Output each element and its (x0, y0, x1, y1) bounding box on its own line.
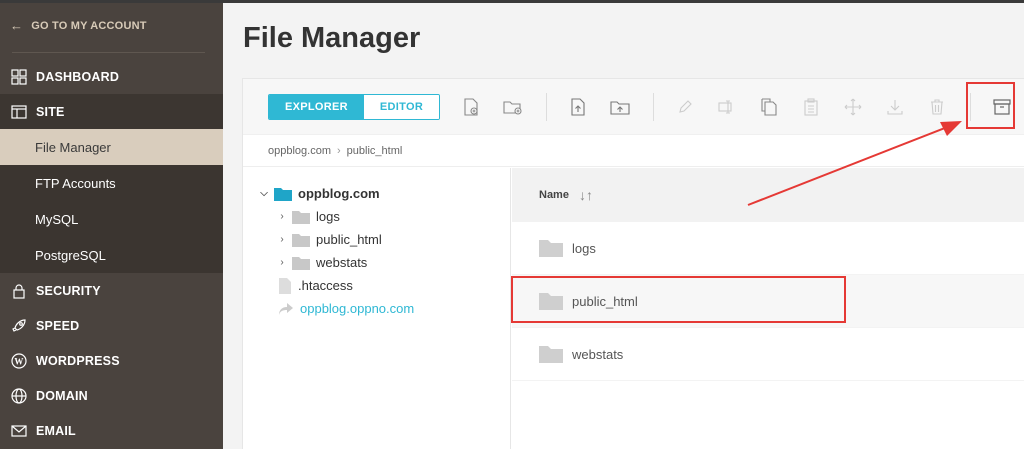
chevron-right-icon[interactable]: › (276, 234, 288, 245)
sidebar-item-label: DASHBOARD (36, 69, 120, 84)
list-header: Name ↓↑ (512, 168, 1024, 222)
tree-item-label: webstats (316, 255, 368, 270)
sidebar-item-ftp-accounts[interactable]: FTP Accounts (0, 165, 223, 201)
folder-icon (539, 239, 563, 257)
annotation-box-public-html (511, 276, 846, 323)
share-arrow-icon (278, 302, 294, 316)
sidebar-item-site[interactable]: SITE (0, 94, 223, 129)
breadcrumb: oppblog.com › public_html (243, 135, 1024, 167)
back-arrow-icon: ← (10, 18, 24, 33)
move-icon[interactable] (842, 96, 864, 118)
globe-icon (10, 387, 28, 405)
new-file-icon[interactable] (460, 96, 482, 118)
annotation-box-archive (966, 82, 1015, 129)
chevron-right-icon[interactable]: › (276, 211, 288, 222)
upload-folder-icon[interactable] (609, 96, 631, 118)
file-icon (278, 277, 292, 294)
sidebar-item-label: EMAIL (36, 423, 76, 438)
toolbar-divider (546, 92, 548, 121)
sidebar-item-label: SITE (36, 104, 65, 119)
sort-icon[interactable]: ↓↑ (579, 187, 593, 203)
tab-explorer[interactable]: EXPLORER (269, 94, 364, 119)
mail-icon (10, 422, 28, 440)
list-item-label: webstats (572, 346, 624, 362)
wordpress-icon: W (10, 352, 28, 370)
edit-icon[interactable] (674, 96, 696, 118)
chevron-right-icon[interactable]: › (276, 257, 288, 268)
page-title: File Manager (243, 22, 421, 54)
site-icon (10, 103, 28, 121)
sidebar-item-email[interactable]: EMAIL (0, 413, 223, 448)
folder-icon (539, 345, 563, 363)
sidebar-item-label: SECURITY (36, 283, 101, 298)
sidebar-item-file-manager[interactable]: File Manager (0, 129, 223, 165)
breadcrumb-item[interactable]: public_html (347, 145, 403, 157)
sidebar-item-dashboard[interactable]: DASHBOARD (0, 59, 223, 94)
download-icon[interactable] (884, 96, 906, 118)
file-manager-panel: EXPLORER EDITOR oppblog.com › public_htm… (242, 78, 1024, 449)
sidebar-item-wordpress[interactable]: W WORDPRESS (0, 343, 223, 378)
sidebar-item-postgresql[interactable]: PostgreSQL (0, 237, 223, 273)
site-submenu: File Manager FTP Accounts MySQL PostgreS… (0, 129, 223, 273)
column-header-name[interactable]: Name (539, 189, 569, 201)
lock-icon (10, 282, 28, 300)
folder-tree: ⌵ oppblog.com › logs › public_html › web… (243, 168, 511, 449)
tree-item-file[interactable]: .htaccess (243, 274, 510, 297)
sidebar-item-security[interactable]: SECURITY (0, 273, 223, 308)
toolbar-divider (653, 92, 655, 121)
sidebar-item-mysql[interactable]: MySQL (0, 201, 223, 237)
sidebar-item-label: WORDPRESS (36, 353, 120, 368)
tree-item-link[interactable]: oppblog.oppno.com (243, 297, 510, 320)
tree-item-root[interactable]: ⌵ oppblog.com (243, 182, 510, 205)
view-switch: EXPLORER EDITOR (268, 93, 441, 120)
tree-item[interactable]: › public_html (243, 228, 510, 251)
svg-text:W: W (14, 356, 23, 366)
copy-icon[interactable] (758, 96, 780, 118)
sidebar-divider (12, 52, 205, 53)
list-item[interactable]: logs (512, 222, 1024, 275)
sidebar-item-domain[interactable]: DOMAIN (0, 378, 223, 413)
tree-item-label: public_html (316, 232, 382, 247)
upload-file-icon[interactable] (567, 96, 589, 118)
new-folder-icon[interactable] (502, 96, 524, 118)
tree-item[interactable]: › logs (243, 205, 510, 228)
tree-item-label: logs (316, 209, 340, 224)
breadcrumb-item[interactable]: oppblog.com (268, 145, 331, 157)
sidebar-item-speed[interactable]: SPEED (0, 308, 223, 343)
tab-editor[interactable]: EDITOR (363, 94, 440, 119)
toolbar: EXPLORER EDITOR (243, 79, 1024, 135)
list-item-label: logs (572, 240, 596, 256)
dashboard-icon (10, 68, 28, 86)
tree-item-label: oppblog.com (298, 186, 380, 201)
rename-icon[interactable] (716, 96, 738, 118)
list-item[interactable]: webstats (512, 328, 1024, 381)
chevron-down-icon[interactable]: ⌵ (258, 188, 270, 199)
folder-icon (292, 233, 310, 247)
sidebar: ← GO TO MY ACCOUNT DASHBOARD SITE File M… (0, 3, 223, 449)
tree-item-label: .htaccess (298, 278, 353, 293)
go-to-account-label: GO TO MY ACCOUNT (31, 19, 147, 32)
delete-icon[interactable] (926, 96, 948, 118)
tree-item[interactable]: › webstats (243, 251, 510, 274)
folder-icon (292, 210, 310, 224)
sidebar-item-label: SPEED (36, 318, 80, 333)
folder-icon (292, 256, 310, 270)
paste-icon[interactable] (800, 96, 822, 118)
sidebar-item-label: DOMAIN (36, 388, 88, 403)
rocket-icon (10, 317, 28, 335)
chevron-right-icon: › (337, 144, 341, 157)
folder-icon (274, 187, 292, 201)
tree-item-label: oppblog.oppno.com (300, 301, 415, 316)
go-to-account-link[interactable]: ← GO TO MY ACCOUNT (0, 3, 223, 48)
